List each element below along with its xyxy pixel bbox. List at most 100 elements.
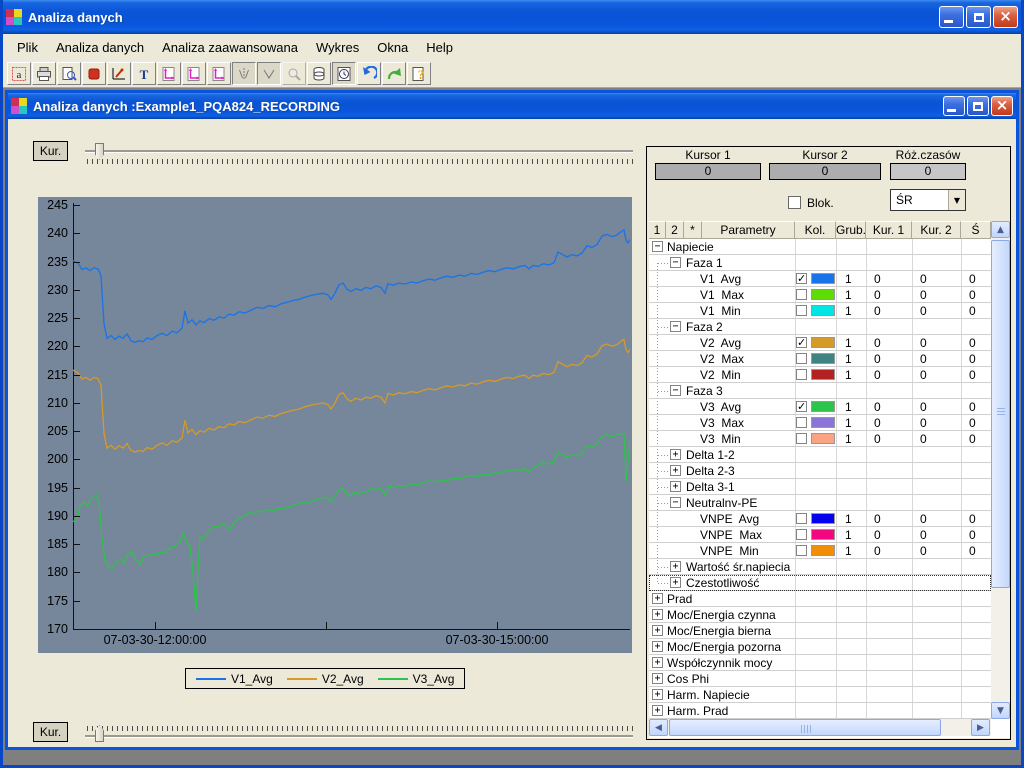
collapse-icon[interactable]: − xyxy=(652,241,663,252)
minimize-button[interactable] xyxy=(939,6,964,28)
tree-group-row[interactable]: +Cos Phi xyxy=(649,671,991,687)
parameter-row[interactable]: V2 Avg✓1000 xyxy=(649,335,991,351)
tree-group-row[interactable]: +Delta 2-3 xyxy=(649,463,991,479)
visibility-checkbox[interactable]: ✓ xyxy=(796,401,807,412)
mirror-angle-button[interactable] xyxy=(257,62,281,85)
tree-group-row[interactable]: −Neutralnv-PE xyxy=(649,495,991,511)
color-swatch[interactable] xyxy=(811,337,835,348)
expand-icon[interactable]: + xyxy=(652,673,663,684)
menu-item-analiza-danych[interactable]: Analiza danych xyxy=(47,37,153,58)
expand-icon[interactable]: + xyxy=(652,689,663,700)
tree-group-row[interactable]: −Napiecie xyxy=(649,239,991,255)
color-swatch[interactable] xyxy=(811,433,835,444)
column-header-Parametry[interactable]: Parametry xyxy=(702,221,795,239)
block-checkbox[interactable] xyxy=(788,196,801,209)
expand-icon[interactable]: + xyxy=(652,625,663,636)
column-header-Grub.[interactable]: Grub. xyxy=(836,221,866,239)
visibility-checkbox[interactable] xyxy=(796,353,807,364)
expand-icon[interactable]: + xyxy=(652,657,663,668)
axes-page-2-button[interactable] xyxy=(182,62,206,85)
mirror-vertical-button[interactable] xyxy=(232,62,256,85)
collapse-icon[interactable]: − xyxy=(670,257,681,268)
redo-button[interactable] xyxy=(382,62,406,85)
visibility-checkbox[interactable] xyxy=(796,305,807,316)
color-swatch[interactable] xyxy=(811,401,835,412)
expand-icon[interactable]: + xyxy=(670,481,681,492)
color-swatch[interactable] xyxy=(811,305,835,316)
parameter-row[interactable]: V1 Avg✓1000 xyxy=(649,271,991,287)
help-button[interactable]: ? xyxy=(407,62,431,85)
close-button[interactable]: × xyxy=(993,6,1018,28)
visibility-checkbox[interactable]: ✓ xyxy=(796,337,807,348)
cursor-bottom-button[interactable]: Kur. xyxy=(33,722,68,742)
time-window-button[interactable] xyxy=(332,62,356,85)
color-swatch[interactable] xyxy=(811,273,835,284)
column-header-Kur. 2[interactable]: Kur. 2 xyxy=(912,221,961,239)
cursor-top-slider-thumb[interactable] xyxy=(95,143,104,160)
doc-close-button[interactable]: × xyxy=(991,96,1013,116)
menu-item-plik[interactable]: Plik xyxy=(8,37,47,58)
maximize-button[interactable] xyxy=(966,6,991,28)
chevron-down-icon[interactable]: ▼ xyxy=(948,190,965,210)
column-header-Ś[interactable]: Ś xyxy=(961,221,991,239)
axes-page-3-button[interactable] xyxy=(207,62,231,85)
print-button[interactable] xyxy=(32,62,56,85)
aggregate-combobox[interactable]: ŚR ▼ xyxy=(890,189,966,211)
record-button[interactable] xyxy=(82,62,106,85)
text-tool-button[interactable]: T xyxy=(132,62,156,85)
visibility-checkbox[interactable] xyxy=(796,289,807,300)
parameter-row[interactable]: V1 Min1000 xyxy=(649,303,991,319)
visibility-checkbox[interactable]: ✓ xyxy=(796,273,807,284)
tree-group-row[interactable]: +Delta 1-2 xyxy=(649,447,991,463)
scroll-right-button[interactable]: ▶ xyxy=(971,719,990,736)
expand-icon[interactable]: + xyxy=(652,593,663,604)
hscroll-thumb[interactable] xyxy=(669,719,941,736)
parameter-row[interactable]: VNPE Avg1000 xyxy=(649,511,991,527)
menu-item-help[interactable]: Help xyxy=(417,37,462,58)
expand-icon[interactable]: + xyxy=(670,577,681,588)
vscroll-thumb[interactable] xyxy=(991,240,1010,588)
expand-icon[interactable]: + xyxy=(670,465,681,476)
color-swatch[interactable] xyxy=(811,545,835,556)
scroll-up-button[interactable]: ▲ xyxy=(991,221,1010,238)
select-area-button[interactable]: a xyxy=(7,62,31,85)
visibility-checkbox[interactable] xyxy=(796,529,807,540)
expand-icon[interactable]: + xyxy=(670,561,681,572)
column-header-Kol.[interactable]: Kol. xyxy=(795,221,836,239)
tree-group-row[interactable]: +Moc/Energia pozorna xyxy=(649,639,991,655)
parameter-row[interactable]: V3 Min1000 xyxy=(649,431,991,447)
tree-group-row[interactable]: +Harm. Napiecie xyxy=(649,687,991,703)
tree-group-row[interactable]: +Wartość śr.napiecia xyxy=(649,559,991,575)
visibility-checkbox[interactable] xyxy=(796,433,807,444)
color-swatch[interactable] xyxy=(811,417,835,428)
collapse-icon[interactable]: − xyxy=(670,321,681,332)
parameter-row[interactable]: V2 Max1000 xyxy=(649,351,991,367)
color-swatch[interactable] xyxy=(811,513,835,524)
doc-maximize-button[interactable] xyxy=(967,96,989,116)
undo-button[interactable] xyxy=(357,62,381,85)
color-swatch[interactable] xyxy=(811,529,835,540)
tree-group-row[interactable]: −Faza 2 xyxy=(649,319,991,335)
cursor-top-button[interactable]: Kur. xyxy=(33,141,68,161)
axes-page-1-button[interactable] xyxy=(157,62,181,85)
parameter-row[interactable]: V3 Avg✓1000 xyxy=(649,399,991,415)
collapse-icon[interactable]: − xyxy=(670,497,681,508)
tree-group-row[interactable]: +Harm. Prad xyxy=(649,703,991,719)
expand-icon[interactable]: + xyxy=(652,609,663,620)
cursor-top-slider[interactable] xyxy=(85,150,633,153)
menu-item-okna[interactable]: Okna xyxy=(368,37,417,58)
column-header-*[interactable]: * xyxy=(684,221,702,239)
print-preview-button[interactable] xyxy=(57,62,81,85)
parameter-row[interactable]: V1 Max1000 xyxy=(649,287,991,303)
column-header-Kur. 1[interactable]: Kur. 1 xyxy=(866,221,912,239)
zoom-button[interactable] xyxy=(282,62,306,85)
tree-group-row[interactable]: +Prad xyxy=(649,591,991,607)
tree-group-row[interactable]: +Współczynnik mocy xyxy=(649,655,991,671)
parameter-row[interactable]: VNPE Max1000 xyxy=(649,527,991,543)
parameter-row[interactable]: VNPE Min1000 xyxy=(649,543,991,559)
parameter-row[interactable]: V3 Max1000 xyxy=(649,415,991,431)
cursor-tool-button[interactable] xyxy=(107,62,131,85)
tree-group-row[interactable]: +Delta 3-1 xyxy=(649,479,991,495)
doc-minimize-button[interactable] xyxy=(943,96,965,116)
expand-icon[interactable]: + xyxy=(652,641,663,652)
